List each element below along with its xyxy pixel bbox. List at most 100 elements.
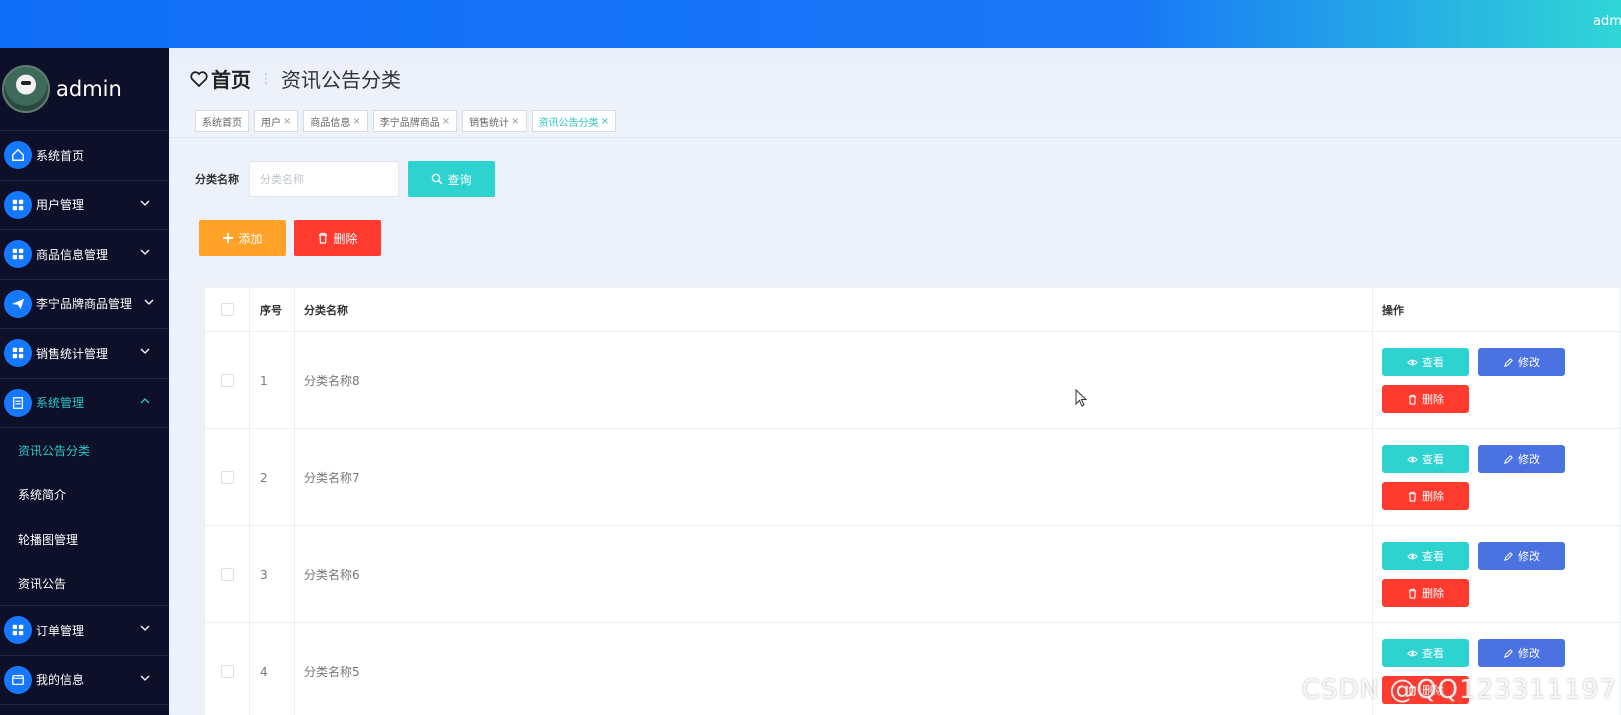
edit-icon <box>1504 454 1513 464</box>
sidebar-item-users[interactable]: 用户管理 <box>0 181 169 230</box>
breadcrumb-home[interactable]: 首页 <box>211 64 251 93</box>
add-button[interactable]: 添加 <box>199 220 286 256</box>
row-actions: 查看 修改 删除 <box>1373 429 1620 526</box>
close-icon[interactable]: × <box>601 116 609 127</box>
chevron-down-icon <box>140 348 150 354</box>
view-button-label: 查看 <box>1422 453 1444 466</box>
chevron-up-icon <box>140 397 150 403</box>
tab-news-category[interactable]: 资讯公告分类 × <box>531 110 616 132</box>
sidebar-subitem-carousel[interactable]: 轮播图管理 <box>0 517 169 562</box>
paper-plane-icon <box>4 289 32 318</box>
trash-icon <box>319 232 328 244</box>
row-delete-button[interactable]: 删除 <box>1382 579 1469 607</box>
delete-button-label: 删除 <box>333 231 358 246</box>
sidebar-item-label: 用户管理 <box>36 198 85 213</box>
row-delete-button[interactable]: 删除 <box>1382 385 1469 413</box>
sidebar-subitem-system-intro[interactable]: 系统简介 <box>0 472 169 517</box>
close-icon[interactable]: × <box>442 116 450 127</box>
action-bar: 添加 删除 <box>199 220 381 256</box>
sidebar-subitem-news[interactable]: 资讯公告 <box>0 561 169 606</box>
sidebar-item-lining-products[interactable]: 李宁品牌商品管理 <box>0 280 169 329</box>
sidebar-item-sales[interactable]: 销售统计管理 <box>0 329 169 379</box>
heart-icon <box>190 70 208 87</box>
add-button-label: 添加 <box>238 231 263 246</box>
sidebar-item-orders[interactable]: 订单管理 <box>0 606 169 656</box>
edit-button[interactable]: 修改 <box>1478 445 1565 473</box>
view-button[interactable]: 查看 <box>1382 542 1469 570</box>
sidebar-item-system[interactable]: 系统管理 <box>0 379 169 428</box>
document-icon <box>4 388 32 417</box>
tab-label: 李宁品牌商品 <box>379 117 440 129</box>
sidebar-subitem-news-category[interactable]: 资讯公告分类 <box>0 428 169 473</box>
sidebar-item-products[interactable]: 商品信息管理 <box>0 230 169 280</box>
tab-bar: 系统首页 用户 × 商品信息 × 李宁品牌商品 × 销售统计 × 资讯公告分类 × <box>195 110 621 132</box>
select-all-checkbox[interactable] <box>220 303 234 316</box>
close-icon[interactable]: × <box>511 116 519 127</box>
wallet-icon <box>4 665 32 694</box>
header-index: 序号 <box>250 287 295 332</box>
trash-icon <box>1408 491 1417 502</box>
sidebar-item-label: 李宁品牌商品管理 <box>36 297 133 312</box>
avatar <box>2 65 50 113</box>
sidebar-item-label: 系统首页 <box>36 148 85 163</box>
row-delete-button[interactable]: 删除 <box>1382 482 1469 510</box>
grid-icon <box>4 240 32 269</box>
mouse-cursor-icon <box>1075 389 1087 407</box>
tab-system-home[interactable]: 系统首页 <box>195 110 249 132</box>
chevron-down-icon <box>140 675 150 681</box>
table-row: 2 分类名称7 查看 修改 删除 <box>205 429 1620 526</box>
sidebar-item-label: 销售统计管理 <box>36 346 109 361</box>
profile-name: admin <box>56 77 122 101</box>
row-checkbox[interactable] <box>220 374 234 387</box>
row-select-cell <box>205 332 250 429</box>
edit-button[interactable]: 修改 <box>1478 542 1565 570</box>
search-input[interactable] <box>249 161 399 197</box>
edit-button[interactable]: 修改 <box>1478 348 1565 376</box>
eye-icon <box>1407 456 1418 462</box>
view-button[interactable]: 查看 <box>1382 348 1469 376</box>
delete-button[interactable]: 删除 <box>294 220 381 256</box>
search-icon <box>432 173 443 185</box>
sidebar-profile: admin <box>0 48 169 131</box>
row-select-cell <box>205 623 250 715</box>
sidebar: admin 系统首页 用户管理 商品信息管理 李宁品牌商品管理 销售统计管理 系… <box>0 48 169 715</box>
search-bar: 分类名称 查询 <box>195 161 495 197</box>
top-user-name[interactable]: admin <box>1593 14 1621 29</box>
edit-button-label: 修改 <box>1518 356 1540 369</box>
sidebar-item-my-info[interactable]: 我的信息 <box>0 656 169 705</box>
table-row: 1 分类名称8 查看 修改 删除 <box>205 332 1620 429</box>
row-checkbox[interactable] <box>220 665 234 678</box>
top-bar: admin <box>0 0 1621 48</box>
edit-icon <box>1504 648 1513 658</box>
main-content: 首页 ⋮ 资讯公告分类 系统首页 用户 × 商品信息 × 李宁品牌商品 × 销售统计 ×… <box>169 48 1621 715</box>
table-header-row: 序号 分类名称 操作 <box>205 287 1620 332</box>
sidebar-item-home[interactable]: 系统首页 <box>0 131 169 181</box>
eye-icon <box>1407 359 1418 365</box>
tab-products[interactable]: 商品信息 × <box>303 110 368 132</box>
breadcrumb-separator: ⋮ <box>259 70 273 87</box>
header-category-name: 分类名称 <box>295 287 1373 332</box>
tab-label: 系统首页 <box>202 117 242 129</box>
page-header: 首页 ⋮ 资讯公告分类 系统首页 用户 × 商品信息 × 李宁品牌商品 × 销售统计 ×… <box>169 48 1621 138</box>
sidebar-item-label: 我的信息 <box>36 673 85 688</box>
tab-users[interactable]: 用户 × <box>254 110 299 132</box>
sidebar-item-label: 订单管理 <box>36 623 85 638</box>
close-icon[interactable]: × <box>283 116 291 127</box>
grid-icon <box>4 616 32 645</box>
breadcrumb: 首页 ⋮ 资讯公告分类 <box>189 64 401 93</box>
edit-button[interactable]: 修改 <box>1478 639 1565 667</box>
tab-sales[interactable]: 销售统计 × <box>462 110 527 132</box>
edit-icon <box>1504 357 1513 367</box>
view-button[interactable]: 查看 <box>1382 445 1469 473</box>
watermark: CSDN @QQ123311197 <box>1301 675 1617 705</box>
query-button-label: 查询 <box>447 172 472 187</box>
close-icon[interactable]: × <box>352 116 360 127</box>
query-button[interactable]: 查询 <box>408 161 495 197</box>
row-checkbox[interactable] <box>220 568 234 581</box>
row-index: 3 <box>250 526 295 623</box>
tab-lining-products[interactable]: 李宁品牌商品 × <box>372 110 458 132</box>
row-checkbox[interactable] <box>220 471 234 484</box>
row-select-cell <box>205 526 250 623</box>
view-button-label: 查看 <box>1422 550 1444 563</box>
view-button[interactable]: 查看 <box>1382 639 1469 667</box>
